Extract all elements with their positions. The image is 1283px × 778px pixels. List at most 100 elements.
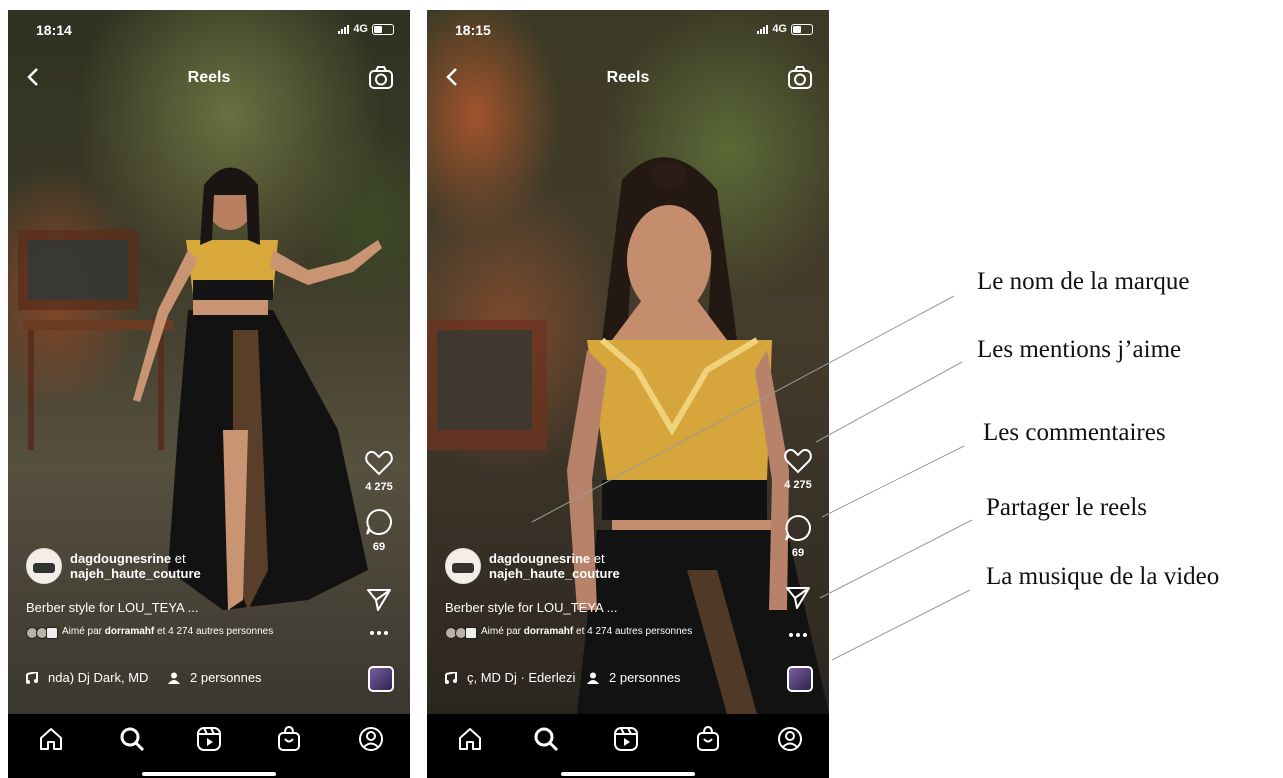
- username-2[interactable]: najeh_haute_couture: [489, 566, 620, 581]
- people-tag[interactable]: 2 personnes: [609, 670, 681, 685]
- home-icon: [459, 728, 481, 750]
- annotation-line-comments: [821, 445, 965, 518]
- people-tag[interactable]: 2 personnes: [190, 670, 262, 685]
- avatar[interactable]: [26, 548, 62, 584]
- nav-profile[interactable]: [358, 726, 384, 757]
- like-count: 4 275: [784, 479, 812, 491]
- caption[interactable]: Berber style for LOU_TEYA ...: [445, 600, 617, 615]
- audio-thumbnail[interactable]: [787, 666, 813, 692]
- nav-reels[interactable]: [196, 726, 222, 757]
- home-indicator[interactable]: [142, 772, 276, 776]
- author-row[interactable]: dagdougnesrine et najeh_haute_couture: [26, 548, 201, 584]
- signal-bars-icon: [757, 24, 769, 34]
- music-note-icon: [445, 671, 457, 684]
- liked-user[interactable]: dorramahf: [524, 626, 573, 637]
- liker-avatars: [445, 627, 477, 639]
- camera-icon: [369, 66, 393, 89]
- clock: 18:15: [455, 22, 491, 38]
- nav-profile[interactable]: [777, 726, 803, 757]
- annotation-likes: Les mentions j’aime: [977, 336, 1182, 363]
- nav-shop[interactable]: [276, 725, 302, 757]
- music-row[interactable]: nda) Dj Dark, MD 2 personnes: [26, 670, 262, 685]
- shop-icon: [278, 725, 300, 751]
- network-type: 4G: [772, 23, 787, 35]
- status-bar: 18:14 4G: [8, 22, 410, 42]
- liked-prefix: Aimé par: [62, 626, 103, 637]
- reels-header: Reels: [8, 66, 410, 96]
- camera-icon: [788, 66, 812, 89]
- network-type: 4G: [353, 23, 368, 35]
- search-icon: [534, 727, 559, 752]
- author-names[interactable]: dagdougnesrine et najeh_haute_couture: [489, 551, 620, 581]
- person-icon: [587, 672, 599, 684]
- home-icon: [40, 728, 62, 750]
- reels-icon: [614, 727, 638, 751]
- comment-button[interactable]: 69: [362, 508, 396, 553]
- share-button[interactable]: [362, 588, 396, 615]
- username-2[interactable]: najeh_haute_couture: [70, 566, 201, 581]
- status-bar: 18:15 4G: [427, 22, 829, 42]
- camera-button[interactable]: [787, 66, 813, 95]
- bottom-nav: [427, 714, 829, 778]
- song-title[interactable]: nda) Dj Dark, MD: [48, 670, 158, 685]
- signal-bars-icon: [338, 24, 350, 34]
- liked-suffix: et 4 274 autres personnes: [157, 626, 274, 637]
- liked-by-row[interactable]: Aimé par dorramahf et 4 274 autres perso…: [26, 626, 326, 639]
- share-button[interactable]: [781, 586, 815, 613]
- signal-area: 4G: [338, 23, 394, 35]
- liked-user[interactable]: dorramahf: [105, 626, 154, 637]
- battery-icon: [372, 23, 394, 35]
- comment-icon: [366, 508, 392, 535]
- clock: 18:14: [36, 22, 72, 38]
- comment-count: 69: [791, 547, 805, 559]
- liked-by-row[interactable]: Aimé par dorramahf et 4 274 autres perso…: [445, 626, 745, 639]
- caption[interactable]: Berber style for LOU_TEYA ...: [26, 600, 198, 615]
- username-1[interactable]: dagdougnesrine: [489, 551, 590, 566]
- annotation-music: La musique de la video: [986, 563, 1220, 590]
- more-button[interactable]: [362, 628, 396, 640]
- page-title: Reels: [187, 69, 231, 86]
- nav-shop[interactable]: [695, 725, 721, 757]
- comment-icon: [785, 514, 811, 541]
- nav-search[interactable]: [533, 726, 559, 757]
- profile-icon: [359, 727, 383, 751]
- liked-prefix: Aimé par: [481, 626, 522, 637]
- nav-home[interactable]: [457, 726, 483, 757]
- nav-home[interactable]: [38, 726, 64, 757]
- more-button[interactable]: [781, 630, 815, 642]
- audio-thumbnail[interactable]: [368, 666, 394, 692]
- username-1[interactable]: dagdougnesrine: [70, 551, 171, 566]
- camera-button[interactable]: [368, 66, 394, 95]
- annotation-line-share: [819, 519, 973, 599]
- shop-icon: [697, 725, 719, 751]
- like-button[interactable]: 4 275: [362, 450, 396, 493]
- reels-screen-2: 18:15 4G Reels 4 275 69 dagdougnesrine e…: [427, 10, 829, 778]
- like-button[interactable]: 4 275: [781, 448, 815, 491]
- signal-area: 4G: [757, 23, 813, 35]
- song-title[interactable]: ç, MD Dj · Ederlezi: [467, 670, 577, 685]
- music-row[interactable]: ç, MD Dj · Ederlezi 2 personnes: [445, 670, 681, 685]
- author-names[interactable]: dagdougnesrine et najeh_haute_couture: [70, 551, 201, 581]
- avatar[interactable]: [445, 548, 481, 584]
- send-icon: [367, 589, 391, 611]
- profile-icon: [778, 727, 802, 751]
- comment-button[interactable]: 69: [781, 514, 815, 559]
- annotation-brand: Le nom de la marque: [977, 268, 1190, 295]
- like-count: 4 275: [365, 481, 393, 493]
- annotation-share: Partager le reels: [986, 494, 1148, 521]
- heart-icon: [365, 451, 393, 476]
- nav-search[interactable]: [119, 726, 145, 757]
- liked-suffix: et 4 274 autres personnes: [576, 626, 693, 637]
- reels-screen-1: 18:14 4G Reels 4 275 69 dagdougnesrine e…: [8, 10, 410, 778]
- bottom-nav: [8, 714, 410, 778]
- home-indicator[interactable]: [561, 772, 695, 776]
- author-row[interactable]: dagdougnesrine et najeh_haute_couture: [445, 548, 620, 584]
- joiner-text: et: [593, 551, 605, 566]
- joiner-text: et: [174, 551, 186, 566]
- send-icon: [786, 587, 810, 609]
- comment-count: 69: [372, 541, 386, 553]
- more-icon: [789, 633, 807, 637]
- heart-icon: [784, 449, 812, 474]
- nav-reels[interactable]: [613, 726, 639, 757]
- liked-by-text: Aimé par dorramahf et 4 274 autres perso…: [481, 626, 692, 638]
